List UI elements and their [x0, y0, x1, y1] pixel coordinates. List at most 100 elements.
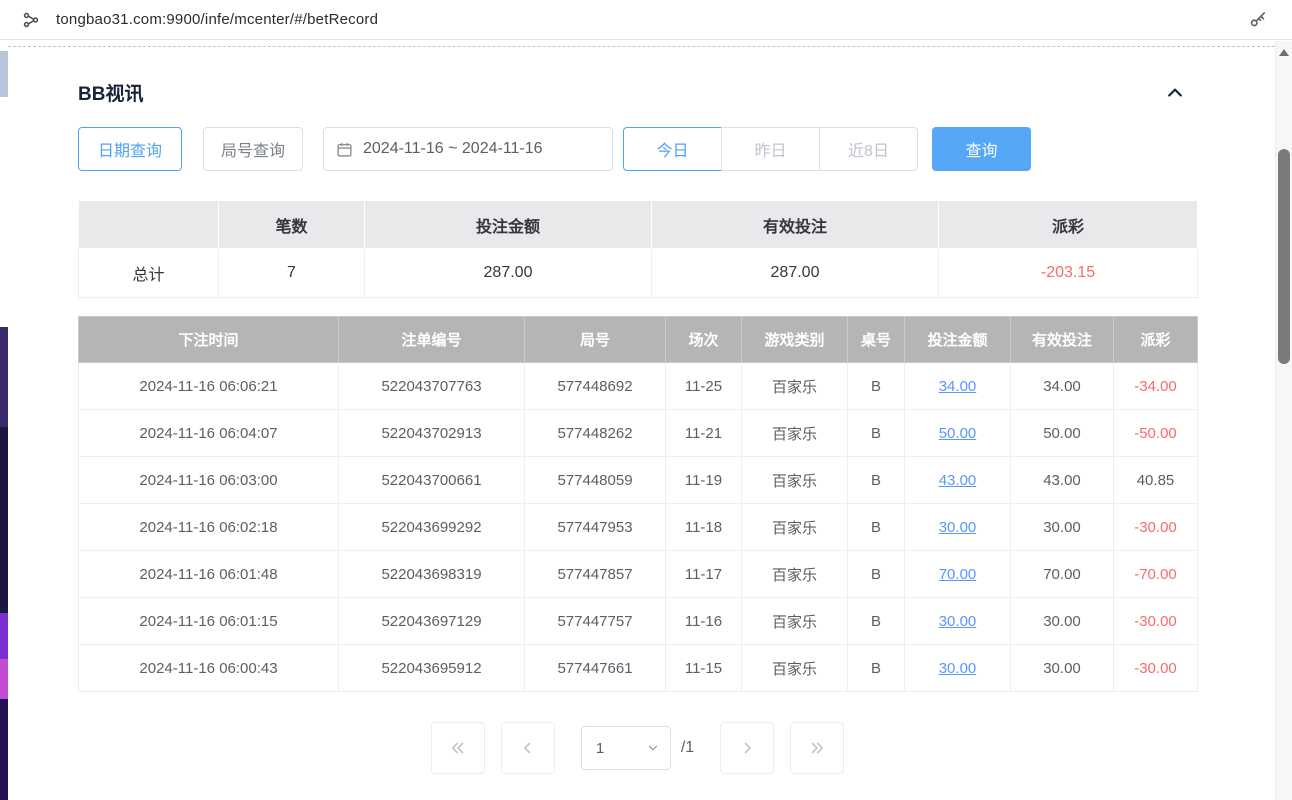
- table-number-cell: B: [848, 363, 905, 410]
- bet-amount-cell: 70.00: [905, 551, 1011, 598]
- bet-time-cell: 2024-11-16 06:01:15: [79, 598, 339, 645]
- summary-bet-amount-value: 287.00: [365, 249, 652, 298]
- bet-amount-cell: 50.00: [905, 410, 1011, 457]
- bet-amount-link[interactable]: 50.00: [939, 425, 977, 442]
- summary-table: 笔数 投注金额 有效投注 派彩 总计 7 287.00 287.00 -203.…: [78, 200, 1198, 298]
- date-range-input[interactable]: 2024-11-16 ~ 2024-11-16: [323, 127, 613, 171]
- header-valid-bet: 有效投注: [1011, 317, 1114, 363]
- url-text[interactable]: tongbao31.com:9900/infe/mcenter/#/betRec…: [56, 11, 378, 28]
- table-number-cell: B: [848, 551, 905, 598]
- pagination: 1 /1: [78, 722, 1197, 774]
- background-page-edge: [0, 41, 8, 800]
- payout-cell: -30.00: [1114, 504, 1198, 551]
- bet-amount-link[interactable]: 30.00: [939, 613, 977, 630]
- valid-bet-cell: 30.00: [1011, 645, 1114, 692]
- bet-amount-link[interactable]: 70.00: [939, 566, 977, 583]
- game-type-cell: 百家乐: [742, 457, 848, 504]
- round-number-cell: 577447757: [525, 598, 666, 645]
- bet-amount-link[interactable]: 30.00: [939, 519, 977, 536]
- browser-address-bar[interactable]: tongbao31.com:9900/infe/mcenter/#/betRec…: [0, 0, 1292, 40]
- header-game-type: 游戏类别: [742, 317, 848, 363]
- summary-payout-value: -203.15: [939, 249, 1198, 298]
- panel-title: BB视讯: [78, 79, 143, 106]
- order-number-cell: 522043699292: [339, 504, 525, 551]
- yesterday-button[interactable]: 昨日: [721, 127, 820, 171]
- payout-cell: -70.00: [1114, 551, 1198, 598]
- round-query-button[interactable]: 局号查询: [203, 127, 303, 171]
- session-cell: 11-21: [666, 410, 742, 457]
- password-key-icon[interactable]: [1248, 10, 1268, 35]
- payout-cell: -30.00: [1114, 598, 1198, 645]
- page-select-value: 1: [596, 740, 604, 757]
- valid-bet-cell: 30.00: [1011, 504, 1114, 551]
- header-bet-time: 下注时间: [79, 317, 339, 363]
- scroll-up-arrow-icon[interactable]: [1279, 49, 1289, 56]
- round-number-cell: 577448262: [525, 410, 666, 457]
- quick-date-group: 今日 昨日 近8日: [623, 127, 918, 171]
- bet-amount-link[interactable]: 43.00: [939, 472, 977, 489]
- valid-bet-cell: 43.00: [1011, 457, 1114, 504]
- last-8-days-button[interactable]: 近8日: [819, 127, 918, 171]
- prev-page-button[interactable]: [501, 722, 555, 774]
- page-select[interactable]: 1: [581, 726, 671, 770]
- game-type-cell: 百家乐: [742, 598, 848, 645]
- bet-amount-link[interactable]: 34.00: [939, 378, 977, 395]
- round-number-cell: 577448692: [525, 363, 666, 410]
- summary-total-label: 总计: [79, 249, 219, 298]
- bet-amount-cell: 34.00: [905, 363, 1011, 410]
- round-number-cell: 577447661: [525, 645, 666, 692]
- game-type-cell: 百家乐: [742, 551, 848, 598]
- double-chevron-left-icon: [449, 739, 467, 757]
- today-button[interactable]: 今日: [623, 127, 722, 171]
- header-order-number: 注单编号: [339, 317, 525, 363]
- round-number-cell: 577448059: [525, 457, 666, 504]
- valid-bet-cell: 50.00: [1011, 410, 1114, 457]
- collapse-chevron-up-icon[interactable]: [1165, 83, 1185, 103]
- profile-hub-icon[interactable]: [18, 7, 44, 33]
- table-number-cell: B: [848, 504, 905, 551]
- first-page-button[interactable]: [431, 722, 485, 774]
- scrollbar-thumb[interactable]: [1278, 149, 1290, 364]
- page-total: /1: [681, 739, 694, 757]
- summary-header-row: 笔数 投注金额 有效投注 派彩: [79, 201, 1198, 249]
- bet-amount-cell: 43.00: [905, 457, 1011, 504]
- bet-time-cell: 2024-11-16 06:00:43: [79, 645, 339, 692]
- session-cell: 11-17: [666, 551, 742, 598]
- valid-bet-cell: 70.00: [1011, 551, 1114, 598]
- date-query-button[interactable]: 日期查询: [78, 127, 182, 171]
- order-number-cell: 522043700661: [339, 457, 525, 504]
- vertical-scrollbar[interactable]: [1275, 41, 1292, 800]
- game-type-cell: 百家乐: [742, 645, 848, 692]
- session-cell: 11-25: [666, 363, 742, 410]
- last-page-button[interactable]: [790, 722, 844, 774]
- summary-count-value: 7: [219, 249, 365, 298]
- header-table-number: 桌号: [848, 317, 905, 363]
- summary-header-blank: [79, 201, 219, 249]
- header-session: 场次: [666, 317, 742, 363]
- game-type-cell: 百家乐: [742, 504, 848, 551]
- session-cell: 11-18: [666, 504, 742, 551]
- round-number-cell: 577447953: [525, 504, 666, 551]
- bet-time-cell: 2024-11-16 06:01:48: [79, 551, 339, 598]
- search-button[interactable]: 查询: [932, 127, 1031, 171]
- table-row: 2024-11-16 06:01:48522043698319577447857…: [79, 551, 1198, 598]
- double-chevron-right-icon: [808, 739, 826, 757]
- table-row: 2024-11-16 06:00:43522043695912577447661…: [79, 645, 1198, 692]
- background-fragment: [0, 327, 8, 427]
- background-fragment: [0, 659, 8, 699]
- bet-time-cell: 2024-11-16 06:04:07: [79, 410, 339, 457]
- bet-time-cell: 2024-11-16 06:06:21: [79, 363, 339, 410]
- filter-toolbar: 日期查询 局号查询 2024-11-16 ~ 2024-11-16 今日 昨日 …: [78, 126, 1197, 172]
- valid-bet-cell: 34.00: [1011, 363, 1114, 410]
- summary-header-bet-amount: 投注金额: [365, 201, 652, 249]
- order-number-cell: 522043695912: [339, 645, 525, 692]
- round-number-cell: 577447857: [525, 551, 666, 598]
- bet-amount-link[interactable]: 30.00: [939, 660, 977, 677]
- table-row: 2024-11-16 06:04:07522043702913577448262…: [79, 410, 1198, 457]
- session-cell: 11-19: [666, 457, 742, 504]
- summary-total-row: 总计 7 287.00 287.00 -203.15: [79, 249, 1198, 298]
- next-page-button[interactable]: [720, 722, 774, 774]
- date-range-value: 2024-11-16 ~ 2024-11-16: [363, 140, 543, 158]
- background-fragment: [0, 51, 8, 97]
- bet-record-panel: BB视讯 日期查询 局号查询 2024-11-16 ~ 2024-11-16 今…: [8, 46, 1275, 800]
